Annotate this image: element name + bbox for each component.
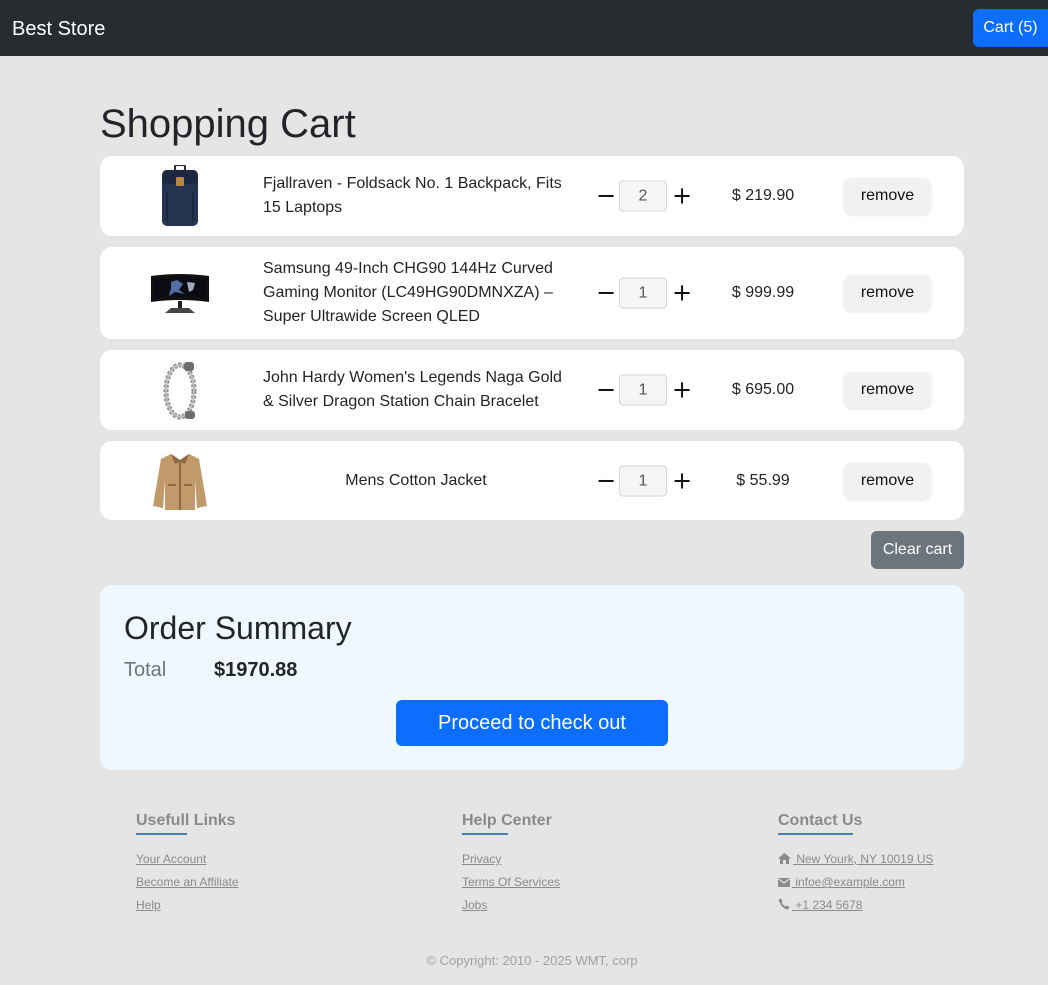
increase-quantity-button[interactable]: + [672, 181, 692, 212]
footer-phone-link[interactable]: +1 234 5678 [778, 897, 934, 913]
increase-quantity-button[interactable]: + [672, 465, 692, 496]
navbar: Best Store Cart (5) [0, 0, 1048, 56]
footer-heading-text: Contact Us [778, 812, 863, 829]
quantity-stepper: − 1 + [596, 277, 692, 309]
order-summary: Order Summary Total $1970.88 Proceed to … [100, 585, 964, 770]
phone-text: +1 234 5678 [792, 898, 863, 912]
home-icon [778, 853, 791, 864]
footer-heading: Help Center [462, 810, 552, 835]
product-name[interactable]: John Hardy Women's Legends Naga Gold & S… [263, 366, 569, 414]
jacket-image [130, 449, 230, 513]
item-price: $ 55.99 [736, 471, 790, 489]
bracelet-image [130, 358, 230, 422]
decrease-quantity-button[interactable]: − [596, 278, 616, 309]
remove-button[interactable]: remove [844, 462, 931, 499]
quantity-input[interactable]: 1 [619, 277, 667, 309]
item-price: $ 695.00 [731, 381, 795, 398]
product-name[interactable]: Mens Cotton Jacket [263, 469, 569, 493]
phone-icon [778, 898, 790, 910]
footer-useful-links: Usefull Links Your Account Become an Aff… [136, 810, 239, 920]
item-price: $ 219.90 [731, 187, 795, 204]
footer-help-center: Help Center Privacy Terms Of Services Jo… [462, 810, 560, 920]
backpack-image [130, 164, 230, 228]
footer-link-terms[interactable]: Terms Of Services [462, 874, 560, 890]
cart-button[interactable]: Cart (5) [973, 9, 1048, 47]
clear-cart-button[interactable]: Clear cart [871, 531, 964, 569]
page-title: Shopping Cart [100, 102, 356, 146]
footer-email-link[interactable]: infoe@example.com [778, 874, 934, 890]
footer-link-privacy[interactable]: Privacy [462, 851, 560, 867]
footer-heading: Contact Us [778, 810, 863, 835]
summary-title: Order Summary [124, 610, 352, 646]
decrease-quantity-button[interactable]: − [596, 465, 616, 496]
decrease-quantity-button[interactable]: − [596, 375, 616, 406]
quantity-input[interactable]: 1 [619, 465, 667, 496]
remove-button[interactable]: remove [844, 275, 931, 311]
email-text: infoe@example.com [792, 875, 905, 889]
increase-quantity-button[interactable]: + [672, 278, 692, 309]
footer-link-help[interactable]: Help [136, 897, 239, 913]
footer-link-affiliate[interactable]: Become an Affiliate [136, 874, 239, 890]
brand-link[interactable]: Best Store [12, 17, 105, 41]
address-text: New Yourk, NY 10019 US [793, 852, 934, 866]
total-value: $1970.88 [214, 659, 298, 681]
decrease-quantity-button[interactable]: − [596, 181, 616, 212]
cart-item: John Hardy Women's Legends Naga Gold & S… [100, 350, 964, 430]
footer-heading-text: Usefull Links [136, 812, 236, 829]
quantity-input[interactable]: 1 [619, 374, 667, 406]
monitor-image [130, 261, 230, 325]
item-price: $ 999.99 [731, 284, 795, 301]
product-name[interactable]: Samsung 49-Inch CHG90 144Hz Curved Gamin… [263, 257, 569, 329]
footer-contact: Contact Us New Yourk, NY 10019 US infoe@… [778, 810, 934, 920]
cart-item: Samsung 49-Inch CHG90 144Hz Curved Gamin… [100, 247, 964, 339]
product-name[interactable]: Fjallraven - Foldsack No. 1 Backpack, Fi… [263, 172, 569, 220]
copyright-text: © Copyright: 2010 - 2025 WMT, corp [426, 953, 638, 968]
total-label: Total [124, 659, 167, 681]
heading-underline [136, 833, 187, 835]
cart-item: Mens Cotton Jacket − 1 + $ 55.99 remove [100, 441, 964, 520]
envelope-icon [778, 878, 790, 887]
footer-link-your-account[interactable]: Your Account [136, 851, 239, 867]
quantity-stepper: − 1 + [596, 374, 692, 406]
footer-heading-text: Help Center [462, 812, 552, 829]
quantity-input[interactable]: 2 [619, 180, 667, 212]
quantity-stepper: − 1 + [596, 465, 692, 496]
checkout-button[interactable]: Proceed to check out [396, 700, 668, 746]
heading-underline [462, 833, 508, 835]
cart-item: Fjallraven - Foldsack No. 1 Backpack, Fi… [100, 156, 964, 236]
footer-link-jobs[interactable]: Jobs [462, 897, 560, 913]
footer-heading: Usefull Links [136, 810, 236, 835]
remove-button[interactable]: remove [844, 178, 931, 214]
increase-quantity-button[interactable]: + [672, 375, 692, 406]
remove-button[interactable]: remove [844, 372, 931, 408]
quantity-stepper: − 2 + [596, 180, 692, 212]
footer-address-link[interactable]: New Yourk, NY 10019 US [778, 851, 934, 867]
heading-underline [778, 833, 853, 835]
